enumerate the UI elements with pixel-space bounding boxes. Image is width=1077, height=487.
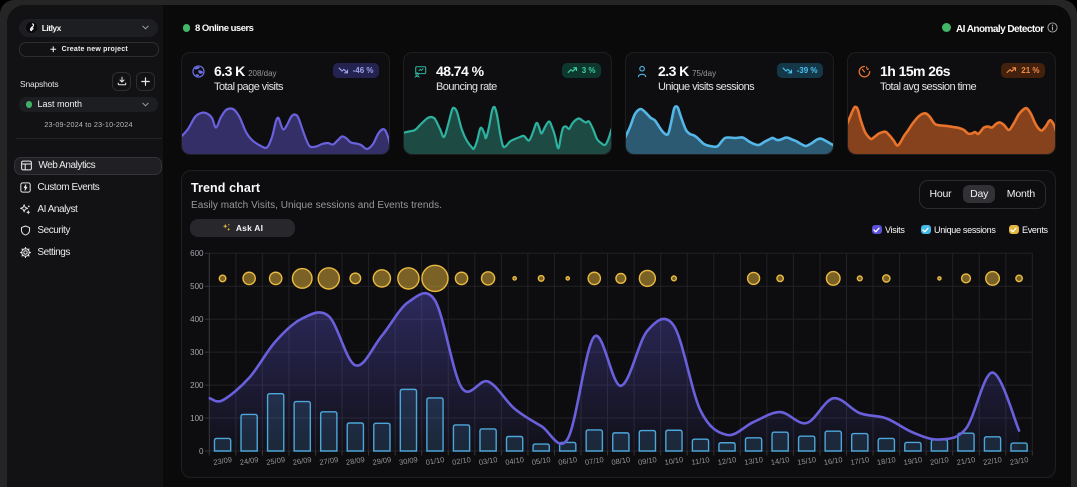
svg-text:08/10: 08/10	[611, 455, 631, 467]
svg-text:06/10: 06/10	[558, 455, 578, 467]
svg-text:24/09: 24/09	[239, 455, 259, 467]
svg-text:05/10: 05/10	[531, 455, 551, 467]
svg-text:22/10: 22/10	[983, 455, 1003, 467]
svg-text:17/10: 17/10	[850, 455, 870, 467]
svg-text:20/10: 20/10	[929, 455, 949, 467]
svg-text:400: 400	[190, 315, 204, 324]
svg-text:30/09: 30/09	[398, 455, 418, 467]
svg-text:11/10: 11/10	[691, 455, 710, 467]
svg-text:25/09: 25/09	[266, 455, 286, 467]
svg-text:27/09: 27/09	[319, 455, 339, 467]
svg-text:23/09: 23/09	[213, 455, 233, 467]
svg-text:03/10: 03/10	[478, 455, 498, 467]
svg-text:15/10: 15/10	[797, 455, 817, 467]
svg-text:21/10: 21/10	[956, 455, 976, 467]
svg-text:600: 600	[190, 249, 204, 258]
svg-text:14/10: 14/10	[770, 455, 790, 467]
svg-text:01/10: 01/10	[425, 455, 445, 467]
svg-text:02/10: 02/10	[452, 455, 472, 467]
svg-text:18/10: 18/10	[876, 455, 896, 467]
svg-text:29/09: 29/09	[372, 455, 392, 467]
svg-text:100: 100	[190, 414, 204, 423]
svg-text:13/10: 13/10	[744, 455, 764, 467]
svg-text:300: 300	[190, 348, 204, 357]
svg-text:0: 0	[199, 447, 204, 456]
svg-text:200: 200	[190, 381, 204, 390]
svg-text:500: 500	[190, 282, 204, 291]
svg-text:28/09: 28/09	[345, 455, 365, 467]
svg-text:09/10: 09/10	[637, 455, 657, 467]
svg-text:12/10: 12/10	[717, 455, 737, 467]
svg-text:16/10: 16/10	[823, 455, 843, 467]
svg-text:23/10: 23/10	[1009, 455, 1029, 467]
svg-text:26/09: 26/09	[292, 455, 312, 467]
svg-text:04/10: 04/10	[505, 455, 525, 467]
svg-text:19/10: 19/10	[903, 455, 923, 467]
svg-text:07/10: 07/10	[584, 455, 604, 467]
svg-text:10/10: 10/10	[664, 455, 684, 467]
